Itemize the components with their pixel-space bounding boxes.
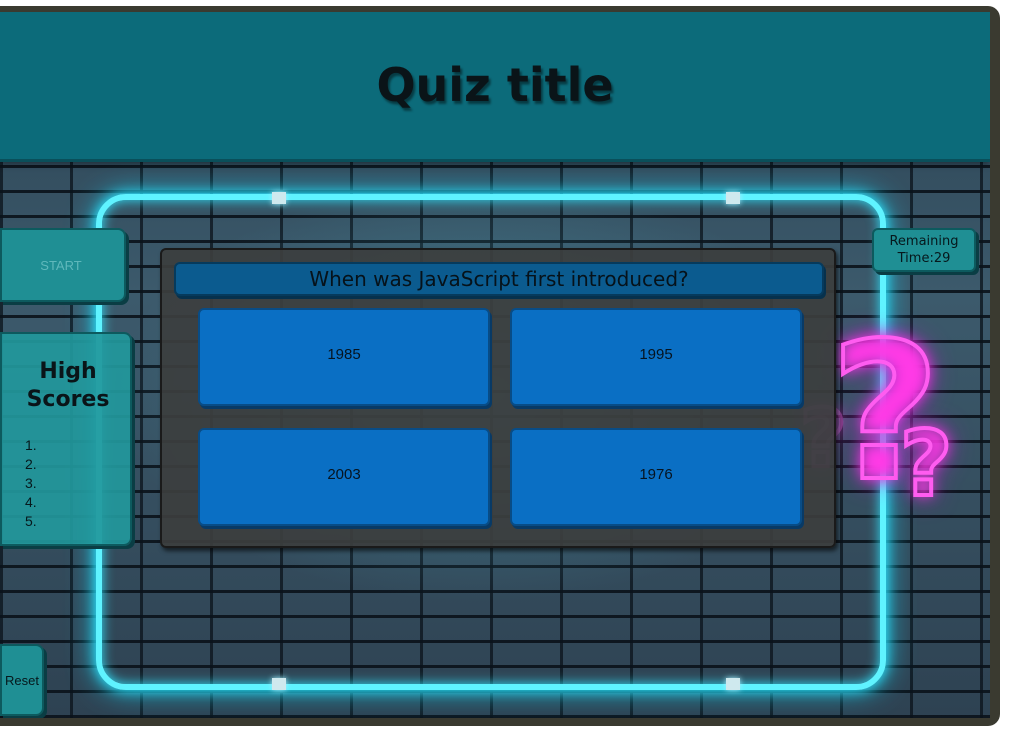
neon-clip-decoration: [726, 192, 740, 204]
answer-button-1[interactable]: 1985: [198, 308, 490, 406]
question-text: When was JavaScript first introduced?: [174, 262, 824, 296]
neon-clip-decoration: [726, 678, 740, 690]
high-scores-panel: High Scores 1. 2. 3. 4. 5.: [0, 332, 132, 546]
high-scores-list: 1. 2. 3. 4. 5.: [25, 436, 37, 531]
answer-button-4[interactable]: 1976: [510, 428, 802, 526]
start-button[interactable]: START: [0, 228, 126, 302]
answer-button-3[interactable]: 2003: [198, 428, 490, 526]
high-score-entry: 3.: [25, 475, 37, 491]
brick-wall-background: Quiz title ? ? ? START High Scores 1. 2.…: [0, 12, 990, 718]
page-title: Quiz title: [376, 58, 614, 112]
high-scores-title: High Scores: [26, 359, 110, 412]
timer-label: Remaining: [889, 234, 959, 249]
high-score-entry: 5.: [25, 513, 37, 529]
neon-clip-decoration: [272, 678, 286, 690]
remaining-time-display: Remaining Time:29: [872, 228, 976, 272]
high-score-entry: 4.: [25, 494, 37, 510]
header-bar: Quiz title: [0, 12, 990, 162]
app-window-frame: Quiz title ? ? ? START High Scores 1. 2.…: [0, 6, 1000, 726]
timer-value: Time:29: [897, 251, 951, 266]
reset-button[interactable]: Reset: [0, 644, 44, 716]
answer-button-2[interactable]: 1995: [510, 308, 802, 406]
neon-clip-decoration: [272, 192, 286, 204]
quiz-panel: When was JavaScript first introduced? 19…: [160, 248, 836, 548]
high-score-entry: 2.: [25, 456, 37, 472]
high-score-entry: 1.: [25, 437, 37, 453]
